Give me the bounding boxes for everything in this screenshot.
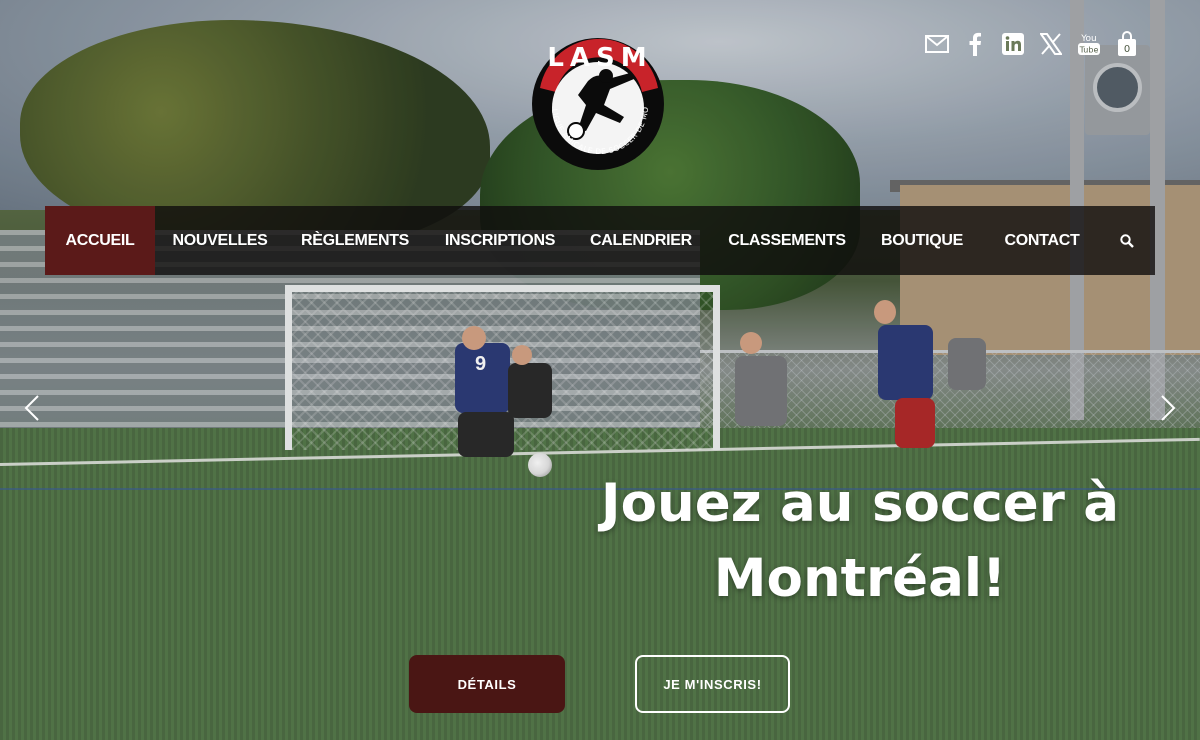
nav-item-nouvelles[interactable]: NOUVELLES: [155, 206, 285, 275]
mail-link[interactable]: [918, 30, 956, 58]
svg-text:Tube: Tube: [1079, 46, 1099, 55]
nav-item-classements[interactable]: CLASSEMENTS: [707, 206, 867, 275]
cart-count: 0: [1124, 44, 1130, 55]
youtube-text: You: [1080, 34, 1097, 44]
signup-button[interactable]: JE M'INSCRIS!: [635, 655, 790, 713]
mail-icon: [925, 35, 949, 53]
site-logo[interactable]: LASM LIGUE AMICALE DE SOCCER DE MONTRÉAL: [526, 29, 670, 171]
details-button[interactable]: DÉTAILS: [409, 655, 565, 713]
youtube-icon: You Tube: [1078, 34, 1100, 55]
main-navigation: ACCUEIL NOUVELLES RÈGLEMENTS INSCRIPTION…: [45, 206, 1155, 275]
logo-arc-text: LASM: [547, 43, 652, 73]
facebook-icon: [969, 32, 981, 56]
nav-item-accueil[interactable]: ACCUEIL: [45, 206, 155, 275]
nav-item-calendrier[interactable]: CALENDRIER: [575, 206, 707, 275]
x-link[interactable]: [1032, 30, 1070, 58]
nav-item-reglements[interactable]: RÈGLEMENTS: [285, 206, 425, 275]
slider-next-button[interactable]: [1156, 390, 1180, 426]
linkedin-icon: [1002, 33, 1024, 55]
slider-prev-button[interactable]: [20, 390, 44, 426]
hero-headline: Jouez au soccer à Montréal!: [600, 466, 1120, 616]
cart-icon: 0: [1118, 31, 1136, 56]
chevron-left-icon: [24, 395, 39, 421]
social-links: You Tube 0: [918, 30, 1146, 58]
youtube-link[interactable]: You Tube: [1070, 30, 1108, 58]
chevron-right-icon: [1161, 395, 1176, 421]
hero-headline-line2: Montréal!: [713, 548, 1007, 609]
hero-headline-line1: Jouez au soccer à: [600, 473, 1120, 534]
search-icon: [1120, 233, 1134, 248]
lasm-logo-icon: LASM LIGUE AMICALE DE SOCCER DE MONTRÉAL: [526, 29, 664, 170]
linkedin-link[interactable]: [994, 30, 1032, 58]
nav-item-inscriptions[interactable]: INSCRIPTIONS: [425, 206, 575, 275]
nav-item-boutique[interactable]: BOUTIQUE: [867, 206, 977, 275]
cart-link[interactable]: 0: [1108, 30, 1146, 58]
nav-search-button[interactable]: [1107, 206, 1147, 275]
facebook-link[interactable]: [956, 30, 994, 58]
x-icon: [1040, 33, 1062, 55]
hero-slider: 9 LASM LIGUE AMICALE DE SOCCER DE MONTRÉ…: [0, 0, 1200, 740]
nav-item-contact[interactable]: CONTACT: [977, 206, 1107, 275]
